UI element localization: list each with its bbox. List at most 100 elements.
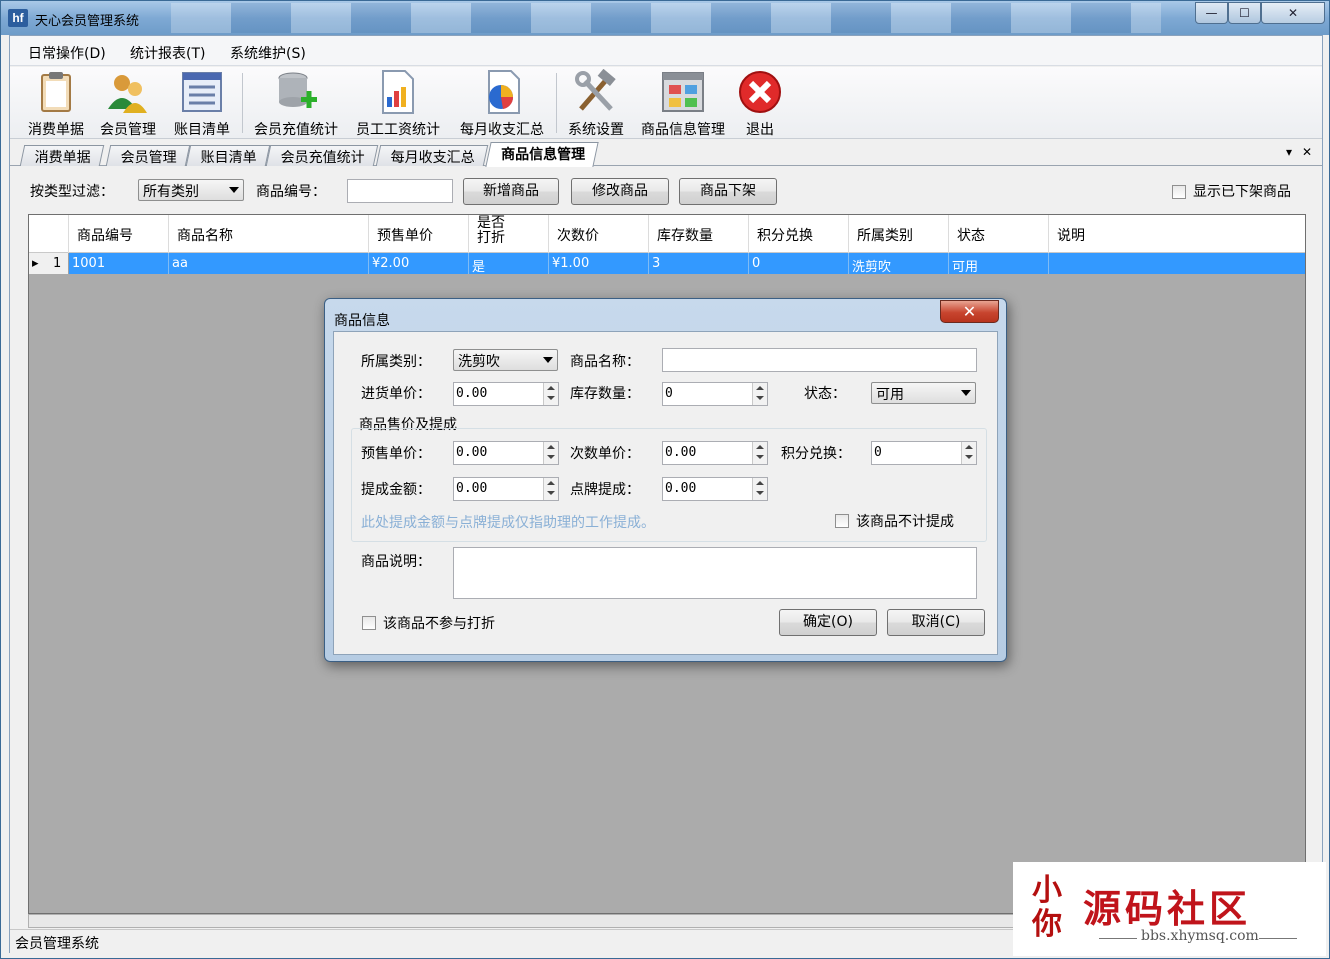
spin-arrows-icon[interactable] bbox=[752, 478, 767, 500]
stock-stepper[interactable]: 0 bbox=[662, 382, 768, 406]
dialog-close-button[interactable]: ✕ bbox=[940, 300, 999, 323]
column-header[interactable]: 商品编号 bbox=[69, 215, 169, 253]
column-header[interactable]: 积分兑换 bbox=[749, 215, 849, 253]
spin-arrows-icon[interactable] bbox=[752, 442, 767, 464]
column-header[interactable]: 是否打折 bbox=[469, 215, 549, 253]
table-cell[interactable]: 0 bbox=[749, 253, 849, 274]
menu-daily-ops[interactable]: 日常操作(D) bbox=[28, 43, 106, 63]
toolbar-exit[interactable]: 退出 bbox=[734, 69, 786, 138]
cancel-button[interactable]: 取消(C) bbox=[887, 609, 985, 636]
toolbar-account-list[interactable]: 账目清单 bbox=[170, 69, 234, 138]
watermark-rule bbox=[1099, 938, 1137, 939]
toolbar-monthly-summary[interactable]: 每月收支汇总 bbox=[454, 69, 550, 138]
spin-arrows-icon[interactable] bbox=[961, 442, 976, 464]
status-select[interactable]: 可用 bbox=[871, 382, 976, 404]
table-cell[interactable]: ¥1.00 bbox=[549, 253, 649, 274]
grid-corner bbox=[29, 215, 69, 253]
category-select[interactable]: 洗剪吹 bbox=[453, 349, 558, 371]
maximize-button[interactable]: ☐ bbox=[1228, 2, 1261, 24]
type-filter-select[interactable]: 所有类别 bbox=[138, 179, 244, 201]
column-header[interactable]: 次数价 bbox=[549, 215, 649, 253]
column-header[interactable]: 商品名称 bbox=[169, 215, 369, 253]
toolbar: 消费单据 会员管理 账目清单 会员充值统计 员工工资统计 每月收支汇总 系统设置… bbox=[10, 67, 1322, 139]
list-icon bbox=[182, 72, 222, 112]
table-cell[interactable]: ¥2.00 bbox=[369, 253, 469, 274]
taskbar-thumbnails bbox=[171, 3, 1161, 33]
no-discount-checkbox[interactable] bbox=[362, 616, 376, 630]
tab-monthly-summary[interactable]: 每月收支汇总 bbox=[375, 145, 489, 166]
column-header[interactable]: 状态 bbox=[949, 215, 1049, 253]
row-header[interactable]: ▸ 1 bbox=[29, 253, 69, 274]
table-cell[interactable]: 洗剪吹 bbox=[849, 253, 949, 275]
column-header[interactable]: 预售单价 bbox=[369, 215, 469, 253]
toolbar-system-settings[interactable]: 系统设置 bbox=[564, 69, 628, 138]
tab-consumption-receipt[interactable]: 消费单据 bbox=[19, 145, 105, 166]
table-cell[interactable]: 3 bbox=[649, 253, 749, 274]
spin-arrows-icon[interactable] bbox=[543, 478, 558, 500]
tab-strip: 消费单据 会员管理 账目清单 会员充值统计 每月收支汇总 商品信息管理 ▾ ✕ bbox=[10, 140, 1322, 167]
commission-stepper[interactable]: 0.00 bbox=[453, 477, 559, 501]
exit-icon bbox=[739, 71, 781, 113]
product-name-input[interactable] bbox=[662, 348, 977, 372]
commission-hint: 此处提成金额与点牌提成仅指助理的工作提成。 bbox=[361, 515, 655, 531]
description-input[interactable] bbox=[453, 547, 977, 599]
table-cell[interactable]: 可用 bbox=[949, 253, 1049, 275]
tab-product-management[interactable]: 商品信息管理 bbox=[485, 142, 599, 167]
delist-product-button[interactable]: 商品下架 bbox=[679, 178, 777, 205]
edit-product-button[interactable]: 修改商品 bbox=[571, 178, 669, 205]
column-header[interactable]: 说明 bbox=[1049, 215, 1305, 253]
card-commission-stepper[interactable]: 0.00 bbox=[662, 477, 768, 501]
table-cell[interactable]: 1001 bbox=[69, 253, 169, 274]
toolbar-separator bbox=[242, 73, 243, 133]
spin-arrows-icon[interactable] bbox=[543, 383, 558, 405]
tab-account-list[interactable]: 账目清单 bbox=[185, 145, 271, 166]
count-price-label: 次数单价： bbox=[570, 446, 640, 462]
toolbar-consumption-receipt[interactable]: 消费单据 bbox=[24, 69, 88, 138]
cost-price-value: 0.00 bbox=[456, 386, 488, 401]
tab-recharge-stats[interactable]: 会员充值统计 bbox=[265, 145, 379, 166]
count-price-stepper[interactable]: 0.00 bbox=[662, 441, 768, 465]
column-header[interactable]: 库存数量 bbox=[649, 215, 749, 253]
add-product-button[interactable]: 新增商品 bbox=[463, 178, 559, 205]
window-title: 天心会员管理系统 bbox=[35, 14, 140, 29]
spin-arrows-icon[interactable] bbox=[752, 383, 767, 405]
grid-header: 商品编号 商品名称 预售单价 是否打折 次数价 库存数量 积分兑换 所属类别 状… bbox=[29, 215, 1305, 253]
product-code-input[interactable] bbox=[347, 179, 453, 203]
tab-list-dropdown-icon[interactable]: ▾ bbox=[1286, 145, 1292, 159]
presale-price-stepper[interactable]: 0.00 bbox=[453, 441, 559, 465]
show-delisted-checkbox[interactable] bbox=[1172, 185, 1186, 199]
title-bar[interactable]: hf 天心会员管理系统 — ☐ ✕ bbox=[1, 1, 1329, 35]
toolbar-label: 退出 bbox=[746, 122, 774, 138]
column-header[interactable]: 所属类别 bbox=[849, 215, 949, 253]
table-cell[interactable]: 是 bbox=[469, 253, 549, 275]
ok-button[interactable]: 确定(O) bbox=[779, 609, 877, 636]
points-label: 积分兑换： bbox=[781, 446, 851, 462]
toolbar-label: 员工工资统计 bbox=[356, 122, 440, 138]
menu-maintenance[interactable]: 系统维护(S) bbox=[230, 43, 306, 63]
toolbar-separator bbox=[556, 73, 557, 133]
tab-close-icon[interactable]: ✕ bbox=[1302, 145, 1312, 159]
no-commission-checkbox[interactable] bbox=[835, 514, 849, 528]
minimize-button[interactable]: — bbox=[1195, 2, 1228, 24]
spin-arrows-icon[interactable] bbox=[543, 442, 558, 464]
toolbar-salary-stats[interactable]: 员工工资统计 bbox=[352, 69, 444, 138]
table-cell[interactable] bbox=[1049, 253, 1305, 274]
toolbar-label: 每月收支汇总 bbox=[460, 122, 544, 138]
table-cell[interactable]: aa bbox=[169, 253, 369, 274]
toolbar-recharge-stats[interactable]: 会员充值统计 bbox=[250, 69, 342, 138]
window-close-button[interactable]: ✕ bbox=[1261, 2, 1325, 24]
product-info-dialog: 商品信息 ✕ 所属类别： 洗剪吹 商品名称： 进货单价： 0.00 库存数量： … bbox=[324, 298, 1007, 662]
toolbar-member-management[interactable]: 会员管理 bbox=[96, 69, 160, 138]
points-stepper[interactable]: 0 bbox=[871, 441, 977, 465]
status-label: 状态： bbox=[804, 386, 846, 402]
dialog-title: 商品信息 bbox=[334, 313, 390, 329]
tab-member-management[interactable]: 会员管理 bbox=[105, 145, 191, 166]
app-window: hf 天心会员管理系统 — ☐ ✕ 日常操作(D) 统计报表(T) 系统维护(S… bbox=[0, 0, 1330, 959]
menu-reports[interactable]: 统计报表(T) bbox=[130, 43, 205, 63]
commission-value: 0.00 bbox=[456, 481, 488, 496]
toolbar-label: 系统设置 bbox=[568, 122, 624, 138]
toolbar-product-management[interactable]: 商品信息管理 bbox=[636, 69, 730, 138]
count-price-value: 0.00 bbox=[665, 445, 697, 460]
table-row[interactable]: ▸ 1 1001 aa ¥2.00 是 ¥1.00 3 0 洗剪吹 可用 bbox=[29, 253, 1305, 275]
cost-price-stepper[interactable]: 0.00 bbox=[453, 382, 559, 406]
